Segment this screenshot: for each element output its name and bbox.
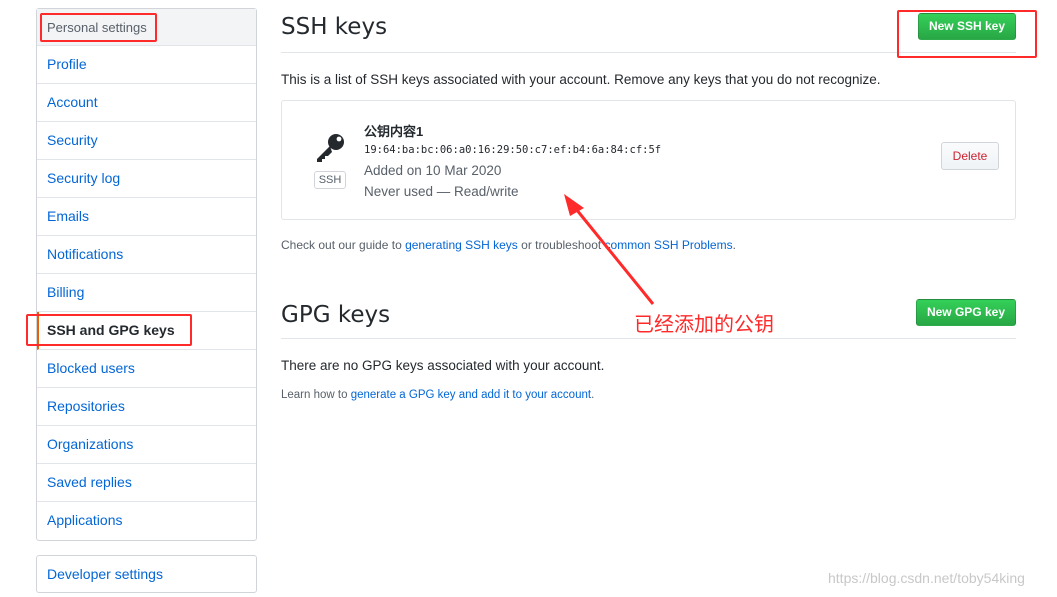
sidebar-item-account[interactable]: Account (37, 84, 256, 122)
sidebar-item-security-log[interactable]: Security log (37, 160, 256, 198)
learn-suffix: . (591, 389, 595, 401)
generate-gpg-key-link[interactable]: generate a GPG key and add it to your ac… (351, 389, 591, 401)
ssh-key-added-date: Added on 10 Mar 2020 (364, 163, 502, 178)
sidebar-item-billing[interactable]: Billing (37, 274, 256, 312)
gpg-learn-text: Learn how to generate a GPG key and add … (281, 389, 594, 401)
annotation-label: 已经添加的公钥 (634, 312, 774, 336)
guide-suffix: . (732, 238, 736, 252)
ssh-keys-title: SSH keys (281, 14, 388, 40)
learn-prefix: Learn how to (281, 389, 351, 401)
generating-ssh-keys-link[interactable]: generating SSH keys (405, 238, 518, 252)
sidebar-item-developer-settings[interactable]: Developer settings (37, 556, 256, 592)
gpg-keys-title: GPG keys (281, 302, 391, 328)
ssh-section-header: SSH keys New SSH key (281, 10, 1016, 53)
sidebar-item-repositories[interactable]: Repositories (37, 388, 256, 426)
ssh-key-title: 公钥内容1 (364, 124, 424, 139)
new-ssh-key-button[interactable]: New SSH key (917, 13, 1016, 40)
sidebar-item-notifications[interactable]: Notifications (37, 236, 256, 274)
sidebar-item-security[interactable]: Security (37, 122, 256, 160)
ssh-key-usage: Never used — Read/write (364, 184, 519, 199)
sidebar-item-blocked-users[interactable]: Blocked users (37, 350, 256, 388)
sidebar-header: Personal settings (37, 9, 256, 46)
watermark: https://blog.csdn.net/toby54king (828, 570, 1025, 586)
settings-sidebar: Personal settings Profile Account Securi… (36, 8, 257, 541)
key-icon (314, 133, 346, 166)
sidebar-item-profile[interactable]: Profile (37, 46, 256, 84)
new-gpg-key-button[interactable]: New GPG key (915, 299, 1016, 326)
ssh-intro-text: This is a list of SSH keys associated wi… (281, 72, 881, 87)
ssh-key-fingerprint: 19:64:ba:bc:06:a0:16:29:50:c7:ef:b4:6a:8… (364, 144, 662, 156)
sidebar-item-ssh-gpg-keys[interactable]: SSH and GPG keys (37, 312, 256, 350)
annotation-arrow (564, 194, 655, 305)
sidebar-item-applications[interactable]: Applications (37, 502, 256, 540)
sidebar-item-organizations[interactable]: Organizations (37, 426, 256, 464)
developer-settings-box: Developer settings (36, 555, 257, 593)
gpg-empty-text: There are no GPG keys associated with yo… (281, 358, 605, 373)
guide-prefix: Check out our guide to (281, 238, 406, 252)
ssh-badge: SSH (314, 171, 346, 189)
sidebar-item-emails[interactable]: Emails (37, 198, 256, 236)
delete-ssh-key-button[interactable]: Delete (941, 142, 999, 170)
sidebar-item-saved-replies[interactable]: Saved replies (37, 464, 256, 502)
